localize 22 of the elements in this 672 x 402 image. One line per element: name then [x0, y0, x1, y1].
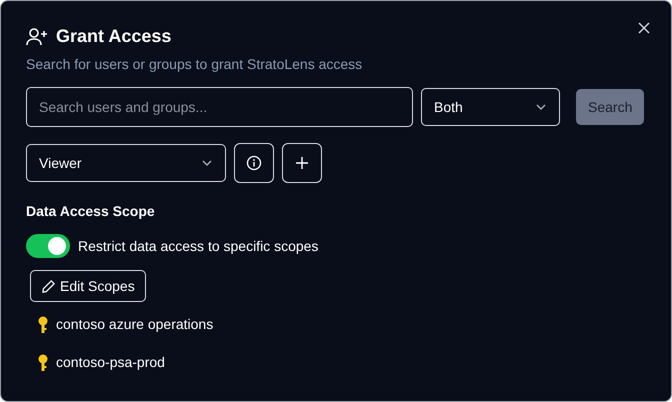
scope-name: contoso azure operations — [56, 315, 214, 334]
chevron-down-icon — [201, 159, 213, 167]
key-icon — [38, 354, 48, 372]
toggle-label: Restrict data access to specific scopes — [78, 236, 318, 256]
close-icon — [637, 21, 651, 36]
key-icon — [38, 316, 48, 334]
toggle-switch[interactable] — [26, 234, 70, 258]
dialog-title: Grant Access — [56, 25, 172, 48]
add-button[interactable] — [282, 143, 322, 183]
edit-scopes-button[interactable]: Edit Scopes — [30, 270, 146, 302]
chevron-down-icon — [535, 103, 547, 111]
info-button[interactable] — [234, 143, 274, 183]
dialog-subtitle: Search for users or groups to grant StratoLens access — [26, 55, 364, 74]
plus-icon — [295, 156, 309, 170]
type-dropdown[interactable]: Both — [421, 88, 560, 126]
scope-name: contoso-psa-prod — [56, 353, 165, 372]
role-dropdown[interactable]: Viewer — [26, 144, 226, 182]
section-heading: Data Access Scope — [26, 202, 156, 221]
info-icon — [246, 155, 262, 171]
add-user-icon — [26, 26, 48, 46]
search-field[interactable]: Search users and groups... — [26, 87, 413, 127]
pencil-icon — [41, 278, 56, 294]
